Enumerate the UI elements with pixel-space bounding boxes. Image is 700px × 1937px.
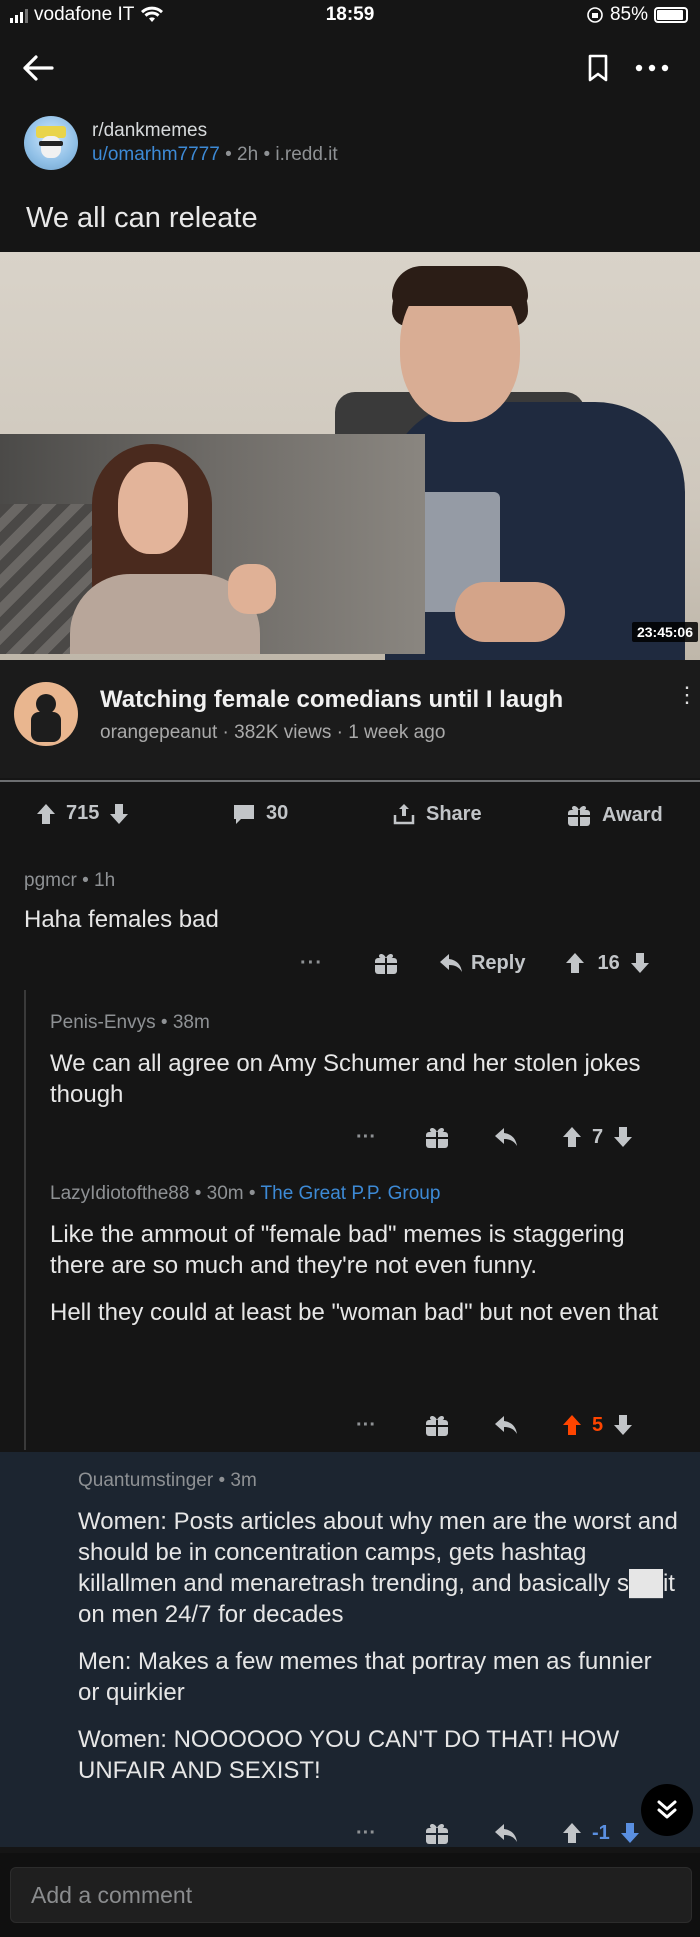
comment: Quantumstinger • 3m Women: Posts article… — [78, 1470, 678, 1784]
collapse-thread-button[interactable] — [641, 1784, 693, 1836]
share-label: Share — [426, 802, 482, 825]
subreddit-link[interactable]: r/dankmemes — [92, 119, 338, 143]
post-domain[interactable]: i.redd.it — [275, 144, 337, 165]
comment-score: 16 — [597, 951, 620, 974]
gift-icon[interactable] — [373, 950, 399, 976]
battery-percent: 85% — [609, 4, 648, 25]
downvote-icon[interactable] — [109, 803, 129, 825]
comment-body: Women: Posts articles about why men are … — [78, 1508, 678, 1628]
back-button[interactable] — [18, 48, 58, 88]
double-chevron-down-icon — [657, 1800, 677, 1819]
comment: LazyIdiotofthe88 • 30m • The Great P.P. … — [50, 1183, 680, 1344]
add-comment-bar: Add a comment — [0, 1853, 700, 1937]
author-link[interactable]: u/omarhm7777 — [92, 144, 220, 165]
comment-score: -1 — [591, 1821, 610, 1844]
more-options-icon[interactable]: ··· — [356, 1822, 376, 1845]
inset-video — [0, 434, 425, 654]
divider — [0, 780, 700, 782]
save-button[interactable] — [582, 50, 614, 86]
battery-icon — [654, 7, 688, 23]
comment-score: 7 — [591, 1125, 604, 1148]
downvote-icon[interactable] — [630, 952, 650, 974]
comments-button[interactable]: 30 — [232, 802, 288, 825]
gift-icon[interactable] — [424, 1412, 450, 1438]
upvote-icon[interactable] — [565, 952, 585, 974]
comment-icon — [234, 804, 254, 824]
share-button[interactable]: Share — [392, 802, 482, 826]
comment-body: Hell they could at least be "woman bad" … — [50, 1299, 659, 1326]
reply-label: Reply — [470, 951, 526, 974]
comment: Penis-Envys • 38m We can all agree on Am… — [50, 1012, 670, 1126]
user-flair: The Great P.P. Group — [260, 1183, 441, 1204]
comment-body: Like the ammout of "female bad" memes is… — [50, 1221, 625, 1279]
post-title: We all can releate — [26, 202, 258, 234]
reply-button[interactable]: Reply — [439, 952, 525, 975]
comment-author[interactable]: LazyIdiotofthe88 — [50, 1183, 189, 1204]
subreddit-avatar[interactable] — [24, 116, 78, 170]
comment-age: 1h — [94, 870, 116, 891]
award-label: Award — [602, 803, 663, 826]
post-media[interactable]: 23:45:06 Watching female comedians until… — [0, 252, 700, 778]
comment-actions: ··· Reply 16 — [300, 950, 650, 976]
reply-icon[interactable] — [494, 1823, 518, 1843]
bookmark-icon — [588, 54, 608, 82]
more-options-button[interactable] — [632, 50, 672, 86]
kebab-menu-icon: ⋮ — [676, 682, 698, 707]
reply-icon — [439, 954, 462, 972]
thread-line — [24, 990, 26, 1450]
reply-icon[interactable] — [494, 1415, 518, 1435]
post-action-bar: 715 30 Share Award — [0, 790, 700, 842]
upvote-icon-active[interactable] — [562, 1414, 582, 1436]
award-button[interactable]: Award — [566, 802, 663, 828]
video-info: Watching female comedians until I laugh … — [0, 660, 700, 778]
add-comment-input[interactable]: Add a comment — [10, 1867, 692, 1923]
downvote-icon[interactable] — [613, 1126, 633, 1148]
post-meta: r/dankmemes u/omarhm7777 • 2h • i.redd.i… — [24, 116, 338, 170]
comment-count: 30 — [266, 802, 289, 824]
comment-author[interactable]: pgmcr — [24, 870, 77, 891]
orientation-lock-icon — [587, 7, 603, 23]
more-options-icon[interactable]: ··· — [356, 1414, 376, 1437]
video-channel-line: orangepeanut · 382K views · 1 week ago — [100, 722, 446, 743]
comment-actions: ··· 7 — [356, 1124, 633, 1150]
more-horizontal-icon — [635, 64, 669, 72]
comment: pgmcr • 1h Haha females bad — [24, 870, 674, 951]
comment-author[interactable]: Penis-Envys — [50, 1012, 156, 1033]
comment-body: We can all agree on Amy Schumer and her … — [50, 1050, 641, 1108]
more-options-icon[interactable]: ··· — [356, 1126, 376, 1149]
upvote-icon[interactable] — [562, 1126, 582, 1148]
comment-actions: ··· -1 — [356, 1820, 640, 1846]
video-duration: 23:45:06 — [631, 622, 698, 642]
video-thumbnail[interactable]: 23:45:06 — [0, 252, 700, 660]
back-arrow-icon — [23, 55, 54, 81]
comment-author[interactable]: Quantumstinger — [78, 1470, 213, 1491]
gift-icon[interactable] — [424, 1820, 450, 1846]
reply-icon[interactable] — [494, 1127, 518, 1147]
comment-age: 38m — [172, 1012, 210, 1033]
video-title: Watching female comedians until I laugh — [100, 686, 564, 713]
comment-body: Haha females bad — [24, 906, 219, 933]
comment-body: Women: NOOOOOO YOU CAN'T DO THAT! HOW UN… — [78, 1726, 620, 1784]
post-header — [0, 40, 700, 90]
more-options-icon[interactable]: ··· — [300, 952, 323, 975]
channel-avatar — [14, 682, 78, 746]
status-bar: vodafone IT 18:59 85% — [0, 0, 700, 34]
comment-body: Men: Makes a few memes that portray men … — [78, 1648, 652, 1706]
upvote-icon[interactable] — [562, 1822, 582, 1844]
comment-actions: ··· 5 — [356, 1412, 633, 1438]
comment-age: 30m — [206, 1183, 244, 1204]
comment-age: 3m — [230, 1470, 257, 1491]
upvote-icon[interactable] — [36, 803, 56, 825]
share-icon — [393, 804, 415, 825]
comment-score: 5 — [591, 1413, 604, 1436]
post-score: 715 — [66, 802, 100, 824]
post-age: 2h — [237, 144, 259, 165]
gift-icon — [568, 805, 590, 826]
gift-icon[interactable] — [424, 1124, 450, 1150]
downvote-icon[interactable] — [613, 1414, 633, 1436]
downvote-icon-active[interactable] — [620, 1822, 640, 1844]
